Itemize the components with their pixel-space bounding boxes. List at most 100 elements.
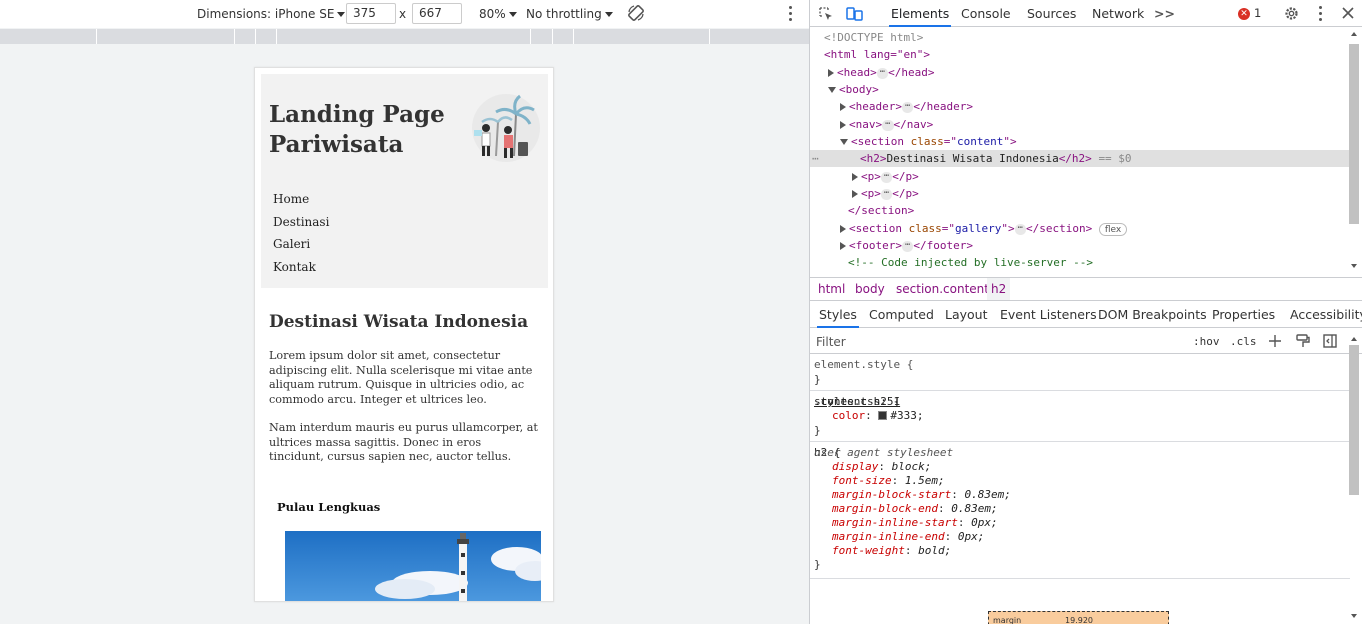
- dom-scrollbar-thumb[interactable]: [1349, 44, 1359, 224]
- paint-brush-icon[interactable]: [1296, 334, 1310, 348]
- color-swatch[interactable]: [878, 411, 888, 420]
- tab-accessibility[interactable]: Accessibility: [1288, 301, 1362, 328]
- box-model-diagram[interactable]: margin 19.920: [988, 611, 1169, 624]
- scroll-up-icon[interactable]: [1351, 32, 1357, 36]
- chevron-down-icon: [337, 11, 346, 17]
- rule-close-brace: }: [814, 424, 821, 437]
- device-dimensions-dropdown[interactable]: Dimensions: iPhone SE: [197, 5, 346, 23]
- dimension-separator: x: [399, 7, 407, 21]
- breadcrumb-body[interactable]: body: [851, 278, 889, 300]
- dom-node-section-close[interactable]: </section>: [848, 202, 1362, 219]
- tab-layout[interactable]: Layout: [943, 301, 990, 328]
- dom-node-header[interactable]: <header> ⋯ </header>: [840, 98, 1362, 115]
- rotate-icon[interactable]: [627, 4, 645, 22]
- class-toggle[interactable]: .cls: [1230, 333, 1257, 351]
- more-options-icon[interactable]: [1316, 6, 1324, 22]
- nav-link-galeri[interactable]: Galeri: [273, 233, 329, 256]
- expand-icon: [828, 69, 834, 77]
- media-query-ruler[interactable]: [0, 29, 809, 44]
- expand-icon: [840, 242, 846, 250]
- expand-icon: [852, 173, 858, 181]
- breadcrumb: html body section.content h2: [810, 277, 1362, 301]
- collapse-icon: [828, 87, 836, 93]
- dom-node-section-content[interactable]: <section class="content">: [840, 133, 1362, 150]
- chevron-down-icon: [508, 11, 517, 17]
- inspect-element-icon[interactable]: [818, 6, 834, 22]
- tab-sources[interactable]: Sources: [1025, 0, 1078, 27]
- dom-tree: <!DOCTYPE html> <html lang="en"> <head> ⋯…: [810, 28, 1362, 276]
- expand-icon: [840, 121, 846, 129]
- styles-scrollbar-thumb[interactable]: [1349, 345, 1359, 495]
- browser-window: Dimensions: iPhone SE 375 x 667 80% No t…: [0, 0, 1362, 624]
- dom-node-p[interactable]: <p> ⋯ </p>: [852, 168, 1362, 185]
- close-icon[interactable]: [1342, 7, 1354, 19]
- content-paragraph: Lorem ipsum dolor sit amet, consectetur …: [269, 349, 533, 406]
- error-count-badge[interactable]: ✕ 1: [1238, 6, 1261, 21]
- error-icon: ✕: [1238, 7, 1250, 20]
- styles-pane: element.style { } .content h2 { styles.c…: [810, 337, 1362, 624]
- gallery-item-title: Pulau Lengkuas: [277, 500, 381, 514]
- box-model-margin-value: 19.920: [1065, 616, 1093, 624]
- rule-declaration: color: #333;: [832, 409, 924, 422]
- breadcrumb-html[interactable]: html: [814, 278, 849, 300]
- dom-node-body[interactable]: <body>: [828, 81, 1362, 98]
- page-nav: Home Destinasi Galeri Kontak: [273, 188, 329, 278]
- tab-event-listeners[interactable]: Event Listeners: [998, 301, 1099, 328]
- dom-node-html[interactable]: <html lang="en">: [824, 46, 1362, 63]
- tab-dom-breakpoints[interactable]: DOM Breakpoints: [1096, 301, 1209, 328]
- nav-link-destinasi[interactable]: Destinasi: [273, 211, 329, 234]
- styles-filter-input[interactable]: Filter: [816, 333, 1182, 351]
- zoom-dropdown[interactable]: 80%: [479, 5, 517, 23]
- rule-content-h2[interactable]: .content h2 { styles.css:51 color: #333;…: [810, 392, 1350, 442]
- rule-h2-user-agent[interactable]: h2 { user agent stylesheet display: bloc…: [810, 443, 1350, 579]
- tab-computed[interactable]: Computed: [867, 301, 936, 328]
- more-tabs-button[interactable]: >>: [1152, 0, 1177, 27]
- scroll-up-icon[interactable]: [1351, 337, 1357, 341]
- device-height-input[interactable]: 667: [412, 3, 462, 24]
- more-options-icon[interactable]: [786, 6, 794, 22]
- flex-badge[interactable]: flex: [1098, 222, 1128, 236]
- rule-close-brace: }: [814, 558, 821, 571]
- add-rule-icon[interactable]: [1268, 334, 1282, 348]
- dom-node-section-gallery[interactable]: <section class="gallery"> ⋯ </section> fle…: [840, 220, 1362, 237]
- device-dimensions-label: Dimensions: iPhone SE: [197, 7, 335, 21]
- scroll-down-icon[interactable]: [1351, 264, 1357, 268]
- tab-console[interactable]: Console: [959, 0, 1013, 27]
- throttling-label: No throttling: [526, 7, 602, 21]
- rule-element-style[interactable]: element.style { }: [810, 355, 1350, 391]
- device-width-input[interactable]: 375: [346, 3, 396, 24]
- dom-node-doctype[interactable]: <!DOCTYPE html>: [824, 29, 1362, 46]
- tab-elements[interactable]: Elements: [889, 0, 952, 27]
- breadcrumb-h2[interactable]: h2: [987, 278, 1011, 300]
- travel-illustration: [472, 94, 540, 162]
- dom-node-h2-selected[interactable]: ⋯ <h2>Destinasi Wisata Indonesia</h2> == …: [810, 150, 1350, 167]
- dom-node-nav[interactable]: <nav> ⋯ </nav>: [840, 116, 1362, 133]
- scroll-down-icon[interactable]: [1351, 614, 1357, 618]
- rule-declaration: margin-inline-end: 0px;: [832, 530, 985, 543]
- rule-declaration: font-size: 1.5em;: [832, 474, 945, 487]
- tab-styles[interactable]: Styles: [817, 301, 859, 328]
- content-heading: Destinasi Wisata Indonesia: [269, 312, 529, 332]
- toggle-sidebar-icon[interactable]: [1323, 334, 1337, 348]
- throttling-dropdown[interactable]: No throttling: [526, 5, 613, 23]
- dom-node-footer[interactable]: <footer> ⋯ </footer>: [840, 237, 1362, 254]
- dom-node-comment[interactable]: <!-- Code injected by live-server -->: [848, 254, 1362, 271]
- chevron-down-icon: [604, 11, 613, 17]
- nav-link-home[interactable]: Home: [273, 188, 329, 211]
- page-title: Landing Page Pariwisata: [269, 101, 445, 158]
- nav-link-kontak[interactable]: Kontak: [273, 256, 329, 279]
- dom-node-head[interactable]: <head> ⋯ </head>: [828, 64, 1362, 81]
- dom-node-p[interactable]: <p> ⋯ </p>: [852, 185, 1362, 202]
- device-emulation-pane: Dimensions: iPhone SE 375 x 667 80% No t…: [0, 0, 809, 624]
- user-agent-label: user agent stylesheet: [814, 446, 954, 459]
- device-toolbar-icon[interactable]: [846, 6, 863, 22]
- tab-network[interactable]: Network: [1090, 0, 1146, 27]
- rule-source-link[interactable]: styles.css:51: [814, 395, 1344, 409]
- rule-declaration: margin-block-end: 0.83em;: [832, 502, 998, 515]
- hover-state-toggle[interactable]: :hov: [1193, 333, 1220, 351]
- device-toolbar: Dimensions: iPhone SE 375 x 667 80% No t…: [0, 0, 809, 28]
- gear-icon[interactable]: [1283, 5, 1300, 22]
- expand-icon: [840, 225, 846, 233]
- tab-properties[interactable]: Properties: [1210, 301, 1277, 328]
- breadcrumb-section-content[interactable]: section.content: [892, 278, 993, 300]
